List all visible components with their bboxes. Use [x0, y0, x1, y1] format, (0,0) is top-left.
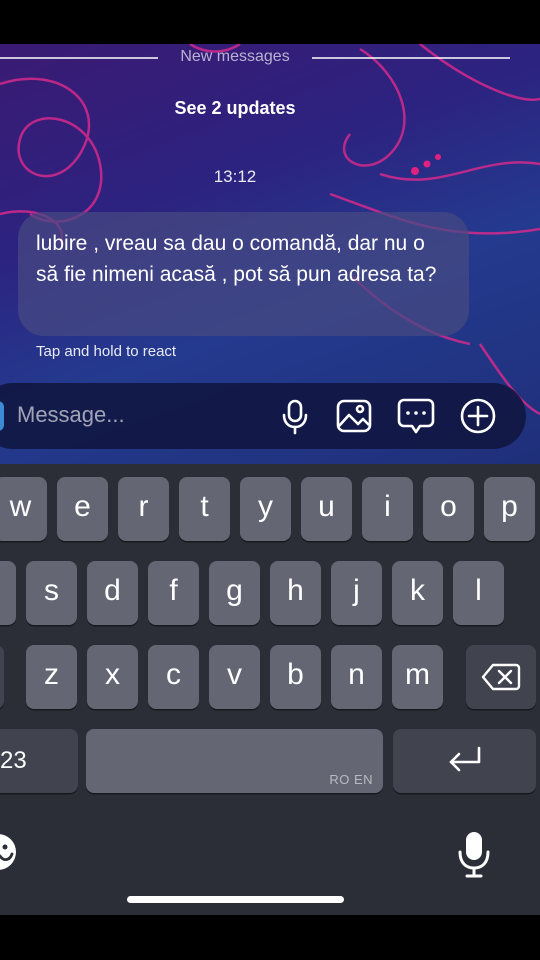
key-i[interactable]: i [362, 477, 413, 541]
key-a[interactable] [0, 561, 16, 625]
key-w[interactable]: w [0, 477, 47, 541]
key-k[interactable]: k [392, 561, 443, 625]
dictation-mic-icon[interactable] [455, 830, 493, 878]
see-updates-link[interactable]: See 2 updates [0, 98, 470, 119]
key-r[interactable]: r [118, 477, 169, 541]
message-input[interactable]: Message... [17, 402, 125, 428]
backspace-icon [481, 663, 521, 691]
react-hint: Tap and hold to react [36, 343, 177, 360]
key-m[interactable]: m [392, 645, 443, 709]
key-p[interactable]: p [484, 477, 535, 541]
key-d[interactable]: d [87, 561, 138, 625]
image-icon[interactable] [334, 396, 374, 436]
key-b[interactable]: b [270, 645, 321, 709]
key-x[interactable]: x [87, 645, 138, 709]
key-l[interactable]: l [453, 561, 504, 625]
camera-button[interactable] [0, 401, 4, 431]
message-bubble[interactable]: lubire , vreau sa dau o comandă, dar nu … [18, 212, 469, 336]
home-indicator[interactable] [127, 896, 344, 903]
return-key[interactable] [393, 729, 536, 793]
key-j[interactable]: j [331, 561, 382, 625]
key-h[interactable]: h [270, 561, 321, 625]
divider-line-right [312, 57, 510, 59]
return-icon [449, 746, 480, 772]
key-v[interactable]: v [209, 645, 260, 709]
key-s[interactable]: s [26, 561, 77, 625]
key-o[interactable]: o [423, 477, 474, 541]
emoji-icon[interactable] [0, 832, 18, 872]
key-t[interactable]: t [179, 477, 230, 541]
backspace-key[interactable] [466, 645, 536, 709]
microphone-icon[interactable] [275, 396, 315, 436]
message-text: lubire , vreau sa dau o comandă, dar nu … [36, 232, 437, 286]
space-language-label: RO EN [329, 772, 373, 787]
sticker-chat-icon[interactable] [396, 396, 436, 436]
key-f[interactable]: f [148, 561, 199, 625]
keyboard: w e r t y u i o p s d f g h j k l z x c … [0, 464, 540, 915]
space-bar[interactable]: RO EN [86, 729, 383, 793]
key-y[interactable]: y [240, 477, 291, 541]
new-messages-divider: New messages [0, 46, 540, 70]
key-n[interactable]: n [331, 645, 382, 709]
numbers-key[interactable]: 23 [0, 729, 78, 793]
key-z[interactable]: z [26, 645, 77, 709]
key-u[interactable]: u [301, 477, 352, 541]
plus-icon[interactable] [458, 396, 498, 436]
key-g[interactable]: g [209, 561, 260, 625]
key-c[interactable]: c [148, 645, 199, 709]
shift-key[interactable] [0, 645, 4, 709]
key-e[interactable]: e [57, 477, 108, 541]
chat-screen: New messages See 2 updates 13:12 lubire … [0, 44, 540, 915]
message-timestamp: 13:12 [213, 167, 257, 186]
